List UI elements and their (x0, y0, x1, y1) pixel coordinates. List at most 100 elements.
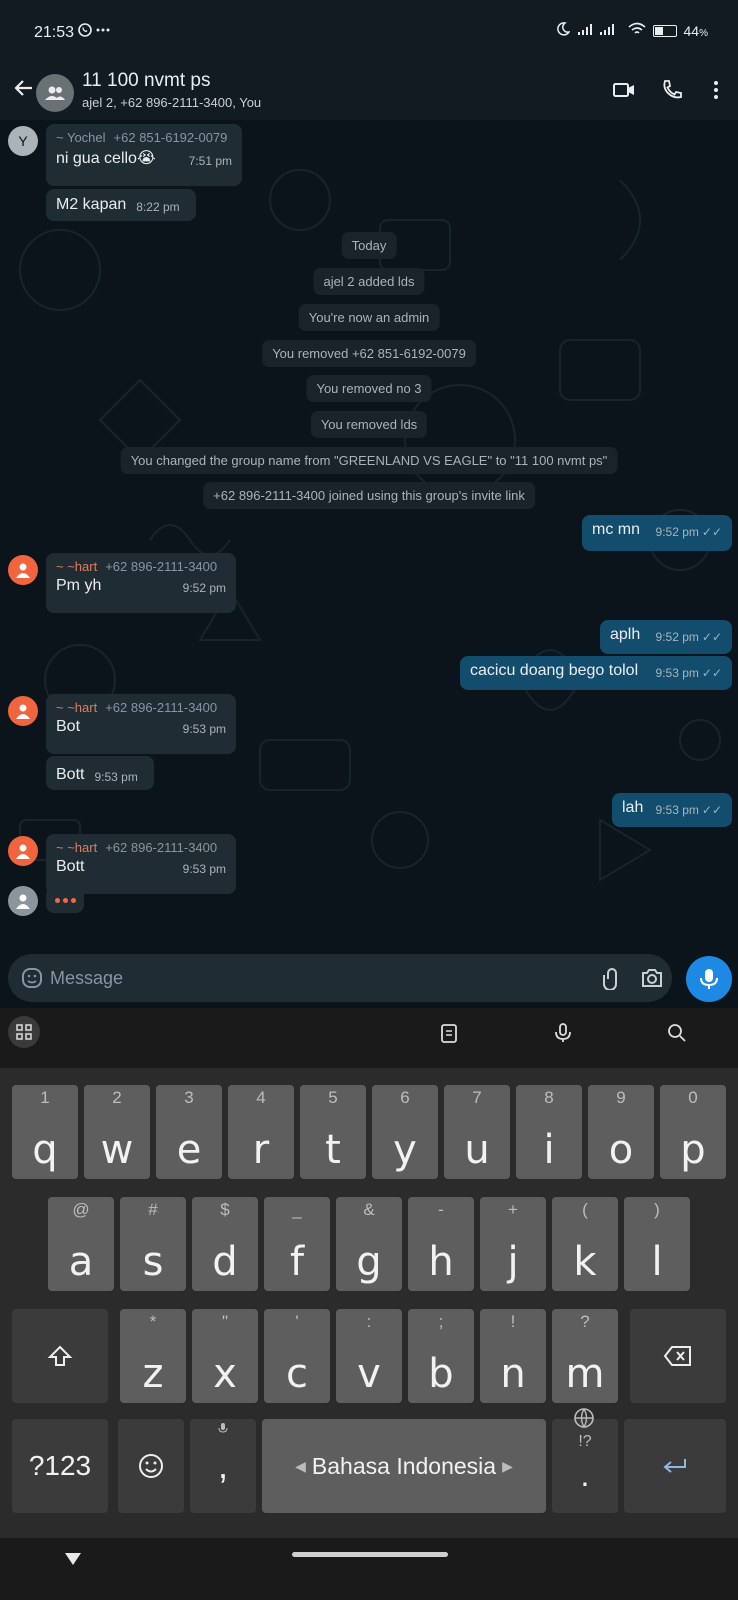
key-z[interactable]: * z (120, 1309, 186, 1403)
video-call-icon[interactable] (612, 78, 638, 104)
key-p[interactable]: 0p (660, 1085, 726, 1179)
signal-icon (577, 22, 621, 39)
voice-call-icon[interactable] (660, 78, 686, 104)
outgoing-message[interactable]: mc mn 9:52 pm ✓✓ (582, 515, 732, 551)
enter-icon (663, 1459, 686, 1473)
search-icon[interactable] (666, 1022, 688, 1049)
key-y[interactable]: 6y (372, 1085, 438, 1179)
outgoing-message[interactable]: aplh 9:52 pm ✓✓ (600, 620, 732, 654)
key-b[interactable]: ; b (408, 1309, 474, 1403)
key-q[interactable]: 1q (12, 1085, 78, 1179)
typing-user-avatar[interactable] (8, 886, 38, 916)
key-f[interactable]: _ f (264, 1197, 330, 1291)
key-x[interactable]: " x (192, 1309, 258, 1403)
wifi-icon (627, 22, 646, 39)
emoji-key[interactable] (118, 1419, 184, 1513)
incoming-message[interactable]: ~ Yochel +62 851-6192-0079 ni gua cello😭 7… (46, 124, 242, 186)
date-divider: Today (341, 232, 397, 259)
system-message: You changed the group name from "GREENLA… (120, 447, 618, 474)
more-options-icon[interactable] (704, 78, 730, 104)
key-j[interactable]: + j (480, 1197, 546, 1291)
sender-avatar[interactable] (8, 696, 38, 726)
key-k[interactable]: (k (552, 1197, 618, 1291)
emoji-sticker-icon[interactable] (20, 966, 44, 995)
incoming-message[interactable]: ~ ~hart +62 896-2111-3400 Pm yh 9:52 pm (46, 553, 236, 613)
incoming-message[interactable]: ~ ~hart +62 896-2111-3400 Bott 9:53 pm (46, 834, 236, 894)
hide-keyboard-icon[interactable] (64, 1552, 82, 1571)
keyboard-menu-icon[interactable] (8, 1016, 40, 1048)
system-message: You're now an admin (298, 304, 440, 331)
compose-bar: Message (0, 950, 738, 1008)
emoji-icon (139, 1454, 163, 1478)
shift-icon (47, 1345, 73, 1366)
backspace-key[interactable] (630, 1309, 726, 1403)
person-icon (16, 894, 30, 909)
symbols-key[interactable]: ?123 (12, 1419, 108, 1513)
backspace-icon (663, 1346, 691, 1366)
space-bar[interactable]: ◀ Bahasa Indonesia ▶ (262, 1419, 546, 1513)
chat-header: 11 100 nvmt ps ajel 2, +62 896-2111-3400… (0, 64, 738, 120)
battery-percent: 44% (683, 22, 708, 39)
system-message: You removed +62 851-6192-0079 (262, 340, 476, 367)
camera-icon[interactable] (640, 966, 664, 995)
key-u[interactable]: 7u (444, 1085, 510, 1179)
sender-avatar[interactable] (8, 555, 38, 585)
key-d[interactable]: $ d (192, 1197, 258, 1291)
navigation-bar (0, 1538, 738, 1600)
outgoing-message[interactable]: cacicu doang bego tolol 9:53 pm ✓✓ (460, 656, 732, 690)
incoming-message[interactable]: ~ ~hart +62 896-2111-3400 Bot 9:53 pm (46, 694, 236, 754)
key-r[interactable]: 4r (228, 1085, 294, 1179)
message-input[interactable]: Message (8, 954, 672, 1002)
key-g[interactable]: & g (336, 1197, 402, 1291)
home-gesture-bar[interactable] (292, 1552, 448, 1557)
key-a[interactable]: @ a (48, 1197, 114, 1291)
read-receipt-icon: ✓✓ (701, 803, 722, 817)
comma-key[interactable]: , (190, 1419, 256, 1513)
voice-message-button[interactable] (686, 956, 732, 1002)
key-s[interactable]: # s (120, 1197, 186, 1291)
keyboard-keys: 1q2w3e4r5t6y7u8i9o0p @ a # s $ d _ f & g - h + j(k) l … (0, 1068, 738, 1538)
system-message: You removed no 3 (306, 375, 432, 402)
key-m[interactable]: ? m (552, 1309, 618, 1403)
key-o[interactable]: 9o (588, 1085, 654, 1179)
message-placeholder: Message (50, 968, 124, 988)
incoming-message[interactable]: M2 kapan 8:22 pm (46, 189, 196, 221)
read-receipt-icon: ✓✓ (701, 666, 722, 680)
person-icon (16, 563, 30, 578)
status-bar: 21:53 44% (0, 0, 738, 64)
shift-key[interactable] (12, 1309, 108, 1403)
sender-avatar[interactable]: Y (8, 126, 38, 156)
incoming-message[interactable]: Bott 9:53 pm (46, 756, 154, 790)
soft-keyboard: 1q2w3e4r5t6y7u8i9o0p @ a # s $ d _ f & g - h + j(k) l … (0, 1008, 738, 1600)
voice-input-icon[interactable] (552, 1022, 574, 1049)
key-v[interactable]: :v (336, 1309, 402, 1403)
key-i[interactable]: 8i (516, 1085, 582, 1179)
chat-participants[interactable]: ajel 2, +62 896-2111-3400, You (82, 95, 261, 110)
chat-title[interactable]: 11 100 nvmt ps (82, 70, 211, 92)
key-e[interactable]: 3e (156, 1085, 222, 1179)
typing-indicator (46, 887, 84, 913)
key-l[interactable]: ) l (624, 1197, 690, 1291)
key-h[interactable]: -h (408, 1197, 474, 1291)
do-not-disturb-icon (556, 22, 571, 39)
microphone-icon (700, 969, 718, 989)
outgoing-message[interactable]: lah 9:53 pm ✓✓ (612, 793, 732, 827)
system-message: You removed lds (310, 411, 428, 438)
key-t[interactable]: 5t (300, 1085, 366, 1179)
key-c[interactable]: ' c (264, 1309, 330, 1403)
sender-avatar[interactable] (8, 836, 38, 866)
message-list[interactable]: Y ~ Yochel +62 851-6192-0079 ni gua cello… (0, 120, 738, 950)
keyboard-toolbar (0, 1008, 738, 1068)
key-w[interactable]: 2w (84, 1085, 150, 1179)
enter-key[interactable] (624, 1419, 726, 1513)
attach-icon[interactable] (598, 966, 622, 995)
whatsapp-notification-icon (78, 22, 112, 42)
language-right-icon: ▶ (502, 1457, 513, 1474)
key-n[interactable]: ! n (480, 1309, 546, 1403)
system-message: ajel 2 added lds (313, 268, 425, 295)
period-key[interactable]: !? . (552, 1408, 618, 1513)
read-receipt-icon: ✓✓ (701, 525, 722, 539)
group-avatar[interactable] (36, 74, 74, 112)
clipboard-icon[interactable] (438, 1022, 460, 1049)
battery-icon (652, 24, 677, 37)
